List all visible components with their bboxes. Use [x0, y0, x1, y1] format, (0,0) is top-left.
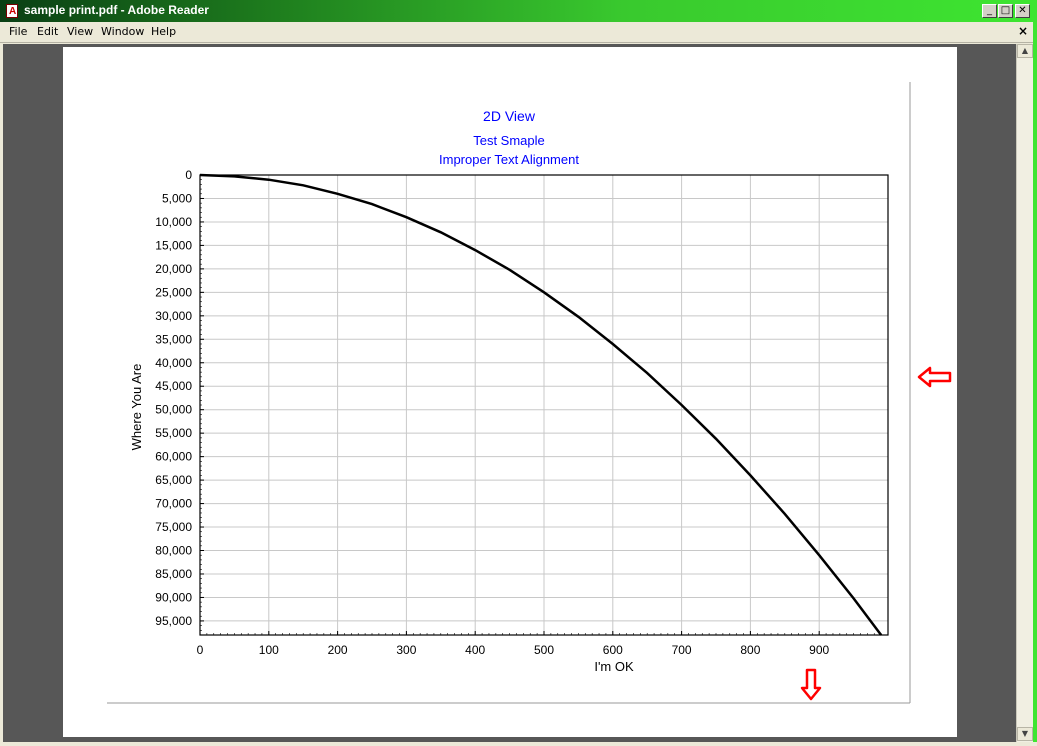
maximize-button[interactable]: □: [998, 4, 1013, 18]
chart-grid: [199, 174, 888, 635]
vertical-scrollbar[interactable]: ▲ ▼: [1016, 44, 1033, 742]
y-tick-label: 95,000: [155, 614, 192, 628]
y-tick-label: 60,000: [155, 450, 192, 464]
y-tick-label: 35,000: [155, 332, 192, 346]
adobe-reader-icon[interactable]: A: [6, 4, 18, 18]
left-arrow-icon: [917, 366, 952, 388]
y-tick-label: 5,000: [162, 191, 192, 205]
y-tick-label: 75,000: [155, 520, 192, 534]
down-arrow-icon: [800, 668, 822, 701]
chart-subtitle-1: Test Smaple: [473, 133, 545, 148]
y-tick-label: 15,000: [155, 238, 192, 252]
y-tick-label: 0: [185, 168, 192, 182]
y-tick-label: 50,000: [155, 403, 192, 417]
y-tick-label: 90,000: [155, 590, 192, 604]
y-tick-label: 45,000: [155, 379, 192, 393]
x-tick-label: 300: [396, 643, 416, 657]
document-close-icon[interactable]: ×: [1018, 24, 1028, 38]
series-line: [199, 173, 883, 636]
title-bar: A sample print.pdf - Adobe Reader _ □ ✕: [0, 0, 1037, 22]
y-tick-label: 40,000: [155, 356, 192, 370]
menu-bar: File Edit View Window Help ×: [0, 22, 1037, 43]
y-tick-label: 80,000: [155, 544, 192, 558]
y-tick-label: 55,000: [155, 426, 192, 440]
y-axis-ticks: 0 5,000 10,000 15,000 20,000 25,000 30,000 35,0…: [155, 168, 204, 636]
x-tick-label: 600: [603, 643, 623, 657]
y-tick-label: 30,000: [155, 309, 192, 323]
minimize-button[interactable]: _: [982, 4, 997, 18]
y-tick-label: 70,000: [155, 497, 192, 511]
menu-view[interactable]: View: [67, 25, 93, 38]
app-icon-letter: A: [9, 6, 17, 17]
x-tick-label: 400: [465, 643, 485, 657]
maximize-icon: □: [1000, 5, 1011, 16]
y-axis-label: Where You Are: [129, 364, 144, 451]
window-border-bottom: [0, 742, 1037, 746]
window-border-right: [1033, 22, 1037, 746]
window-title: sample print.pdf - Adobe Reader: [24, 3, 209, 17]
scroll-down-button[interactable]: ▼: [1017, 727, 1033, 741]
chart-svg: 2D View Test Smaple Improper Text Alignm…: [107, 82, 952, 704]
menu-edit[interactable]: Edit: [37, 25, 58, 38]
x-tick-label: 800: [740, 643, 760, 657]
y-tick-label: 20,000: [155, 262, 192, 276]
y-tick-label: 65,000: [155, 473, 192, 487]
chart-subtitle-2: Improper Text Alignment: [439, 152, 579, 167]
scroll-down-icon: ▼: [1021, 729, 1029, 738]
scroll-up-button[interactable]: ▲: [1017, 44, 1033, 58]
x-tick-label: 100: [259, 643, 279, 657]
chart-title: 2D View: [483, 108, 536, 124]
x-axis-label: I'm OK: [594, 659, 634, 674]
y-tick-label: 25,000: [155, 285, 192, 299]
pdf-page: 2D View Test Smaple Improper Text Alignm…: [63, 47, 957, 737]
close-icon: ✕: [1018, 5, 1027, 16]
x-tick-label: 500: [534, 643, 554, 657]
x-tick-label: 200: [328, 643, 348, 657]
x-tick-label: 700: [672, 643, 692, 657]
menu-window[interactable]: Window: [101, 25, 144, 38]
menu-file[interactable]: File: [9, 25, 27, 38]
x-tick-label: 900: [809, 643, 829, 657]
minimize-icon: _: [987, 5, 992, 16]
y-tick-label: 85,000: [155, 567, 192, 581]
menu-help[interactable]: Help: [151, 25, 176, 38]
y-tick-label: 10,000: [155, 215, 192, 229]
x-tick-label: 0: [197, 643, 204, 657]
close-button[interactable]: ✕: [1015, 4, 1030, 18]
scroll-up-icon: ▲: [1021, 46, 1029, 55]
